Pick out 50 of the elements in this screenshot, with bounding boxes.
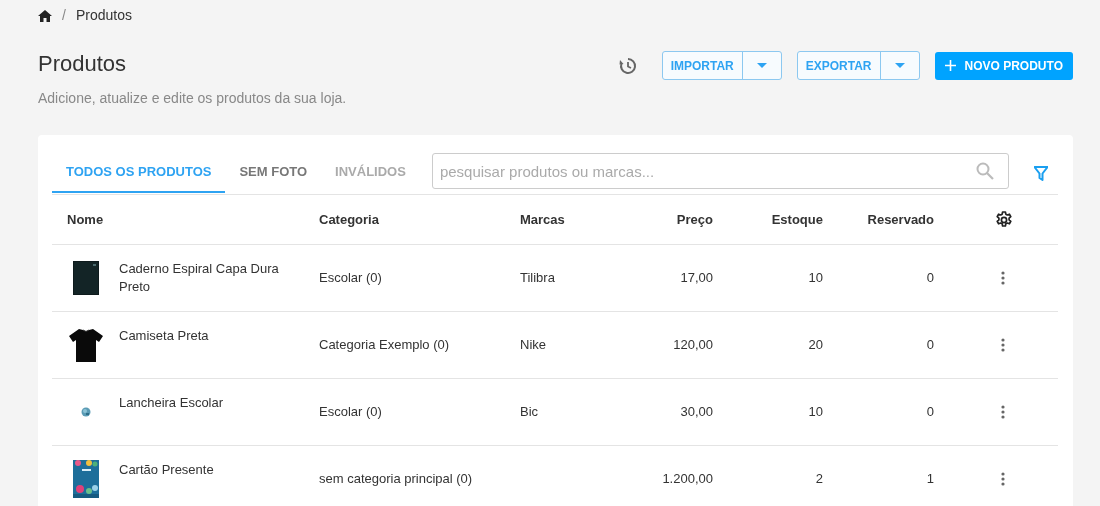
product-name[interactable]: Camiseta Preta (119, 327, 299, 345)
history-icon[interactable] (618, 56, 637, 75)
import-button[interactable]: IMPORTAR (662, 52, 743, 79)
table-cell-text: 1 (926, 470, 934, 489)
settings-icon[interactable] (995, 210, 1013, 229)
product-name[interactable]: Caderno Espiral Capa Dura Preto (119, 260, 299, 296)
tab[interactable]: SEM FOTO (225, 153, 322, 193)
table-cell-text: 2 (815, 470, 823, 489)
table-cell-text: 0 (926, 403, 934, 422)
product-name[interactable]: Cartão Presente (119, 461, 299, 479)
breadcrumb-item[interactable]: Produtos (75, 5, 132, 26)
more-options-icon[interactable] (1001, 472, 1005, 486)
table-cell-text: 20 (808, 336, 823, 355)
page-subtitle: Adicione, atualize e edite os produtos da sua loja. (38, 89, 348, 108)
table-cell-text: Escolar (0) (319, 269, 382, 288)
home-icon[interactable] (38, 9, 52, 22)
more-options-icon[interactable] (1001, 271, 1005, 285)
table-cell-text: 1.200,00 (662, 470, 713, 489)
tab[interactable]: TODOS OS PRODUTOS (52, 153, 226, 193)
product-name[interactable]: Lancheira Escolar (119, 394, 299, 412)
table-cell-text: 120,00 (673, 336, 713, 355)
plus-icon (944, 60, 956, 71)
filter-icon[interactable] (1034, 165, 1048, 181)
export-button[interactable]: EXPORTAR (797, 52, 881, 79)
column-header: Reservado (867, 210, 934, 229)
table-cell-text: 10 (808, 269, 823, 288)
table-cell-text: Tilibra (520, 269, 555, 288)
column-header: Categoria (319, 210, 379, 229)
table-cell-text: 0 (926, 336, 934, 355)
column-header: Preço (676, 210, 713, 229)
new-product-button[interactable]: NOVO PRODUTO (934, 51, 1073, 80)
table-cell-text: Escolar (0) (319, 403, 382, 422)
caret-icon (756, 63, 767, 68)
column-header: Nome (67, 210, 104, 229)
table-cell-text: sem categoria principal (0) (319, 470, 473, 489)
breadcrumb-separator: / (62, 6, 66, 25)
table-cell-text: 0 (926, 269, 934, 288)
table-cell-text: Nike (520, 336, 546, 355)
table-cell-text: 10 (808, 403, 823, 422)
table-cell-text: 17,00 (680, 269, 713, 288)
table-cell-text: 30,00 (680, 403, 713, 422)
page-title: Produtos (38, 50, 128, 78)
column-header: Estoque (771, 210, 823, 229)
more-options-icon[interactable] (1001, 338, 1005, 352)
column-header: Marcas (520, 210, 565, 229)
table-cell-text: Bic (520, 403, 539, 422)
more-options-icon[interactable] (1001, 405, 1005, 419)
table-cell-text: Categoria Exemplo (0) (319, 336, 450, 355)
caret-icon (894, 63, 905, 68)
search-field[interactable]: pesquisar produtos ou marcas... (431, 153, 1009, 189)
